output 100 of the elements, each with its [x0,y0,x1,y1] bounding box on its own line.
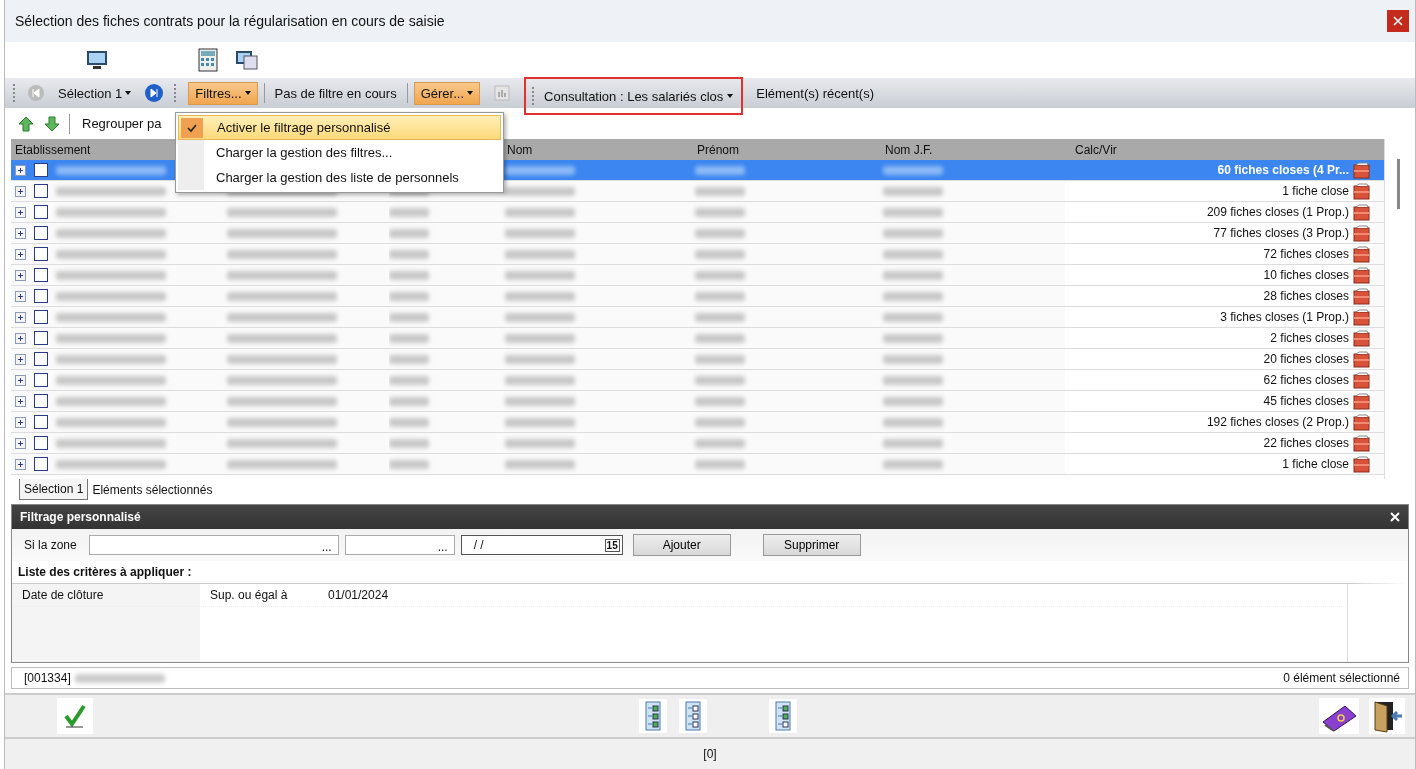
expand-icon[interactable] [15,185,26,197]
expand-icon[interactable] [15,227,26,239]
folder-icon[interactable] [1353,245,1370,263]
expand-icon[interactable] [15,332,26,344]
blurred-text [389,228,429,238]
folder-icon[interactable] [1353,203,1370,221]
folder-icon[interactable] [1353,287,1370,305]
blurred-text [695,459,745,469]
condition-field[interactable]: ... [344,535,455,555]
blurred-text [883,207,943,217]
expand-icon[interactable] [15,206,26,218]
checkbox[interactable] [34,163,48,177]
group-by-label[interactable]: Regrouper pa [78,116,166,131]
selection-dropdown[interactable]: Sélection 1 [51,81,139,105]
folder-icon[interactable] [1353,455,1370,473]
folder-icon[interactable] [1353,434,1370,452]
record-code: [001334] [24,671,71,685]
table-cell: 3 fiches closes (1 Prop.) [1220,310,1349,324]
uncheck-all-icon[interactable] [679,699,707,733]
folder-icon[interactable] [1353,182,1370,200]
blurred-text [883,228,943,238]
monitor-icon[interactable] [85,49,109,71]
expand-icon[interactable] [15,458,26,470]
checkbox[interactable] [34,352,48,366]
expand-icon[interactable] [15,269,26,281]
recent-items-button[interactable]: Elément(s) récent(s) [749,81,881,105]
criteria-value: 01/01/2024 [328,588,389,602]
menu-item[interactable]: Charger la gestion des liste de personnels [178,165,501,190]
folder-icon[interactable] [1353,329,1370,347]
folder-icon[interactable] [1353,371,1370,389]
zone-field[interactable]: ... [88,535,339,555]
checkbox[interactable] [34,373,48,387]
table-cell: 1 fiche close [1282,184,1349,198]
expand-icon[interactable] [15,164,26,176]
checkbox[interactable] [34,415,48,429]
checkbox[interactable] [34,331,48,345]
invert-selection-icon[interactable] [769,699,797,733]
checkbox[interactable] [34,394,48,408]
menu-item[interactable]: Charger la gestion des filtres... [178,140,501,165]
column-header[interactable]: Nom J.F. [875,142,1065,157]
checkbox[interactable] [34,310,48,324]
down-arrow-icon[interactable] [43,114,61,133]
expand-icon[interactable] [15,437,26,449]
blurred-text [695,396,745,406]
manage-button[interactable]: Gérer... [413,81,481,105]
expand-icon[interactable] [15,374,26,386]
checkmark-icon[interactable] [57,698,93,734]
expand-icon[interactable] [15,311,26,323]
blurred-text [505,186,575,196]
next-icon[interactable] [144,83,165,103]
criteria-operator: Sup. ou égal à [210,588,289,602]
selection-count: 0 élément sélectionné [1283,671,1400,685]
date-field[interactable]: / / 15 [460,535,623,555]
folder-icon[interactable] [1353,392,1370,410]
remove-button[interactable]: Supprimer [762,534,861,556]
up-arrow-icon[interactable] [17,114,35,133]
menu-item[interactable]: Activer le filtrage personnalisé [178,115,501,140]
calculator-icon[interactable] [197,48,219,72]
tab[interactable]: Sélection 1 [19,479,89,500]
blurred-text [505,438,575,448]
blurred-text [883,249,943,259]
folder-icon[interactable] [1353,266,1370,284]
criteria-field: Date de clôture [12,588,210,602]
column-header[interactable]: Prénom [687,142,875,157]
checkbox[interactable] [34,457,48,471]
blurred-text [505,312,575,322]
expand-icon[interactable] [15,416,26,428]
blurred-text [389,417,429,427]
folder-icon[interactable] [1353,224,1370,242]
column-header[interactable]: Calc/Vir [1065,142,1372,157]
checkbox[interactable] [34,226,48,240]
folder-icon[interactable] [1353,161,1370,179]
checkbox[interactable] [34,184,48,198]
checkbox[interactable] [34,289,48,303]
blurred-text [389,249,429,259]
help-book-icon[interactable] [1319,698,1359,734]
expand-icon[interactable] [15,395,26,407]
close-icon[interactable] [1387,10,1409,32]
check-all-icon[interactable] [639,699,667,733]
close-icon[interactable] [1390,512,1400,522]
blurred-text [505,333,575,343]
expand-icon[interactable] [15,248,26,260]
expand-icon[interactable] [15,290,26,302]
expand-icon[interactable] [15,353,26,365]
checkbox[interactable] [34,205,48,219]
exit-door-icon[interactable] [1369,698,1405,734]
folder-icon[interactable] [1353,350,1370,368]
scrollbar-thumb[interactable] [1397,159,1400,209]
consultation-dropdown[interactable]: Consultation : Les salariés clos [524,77,744,115]
blurred-text [505,417,575,427]
add-button[interactable]: Ajouter [632,534,731,556]
checkbox[interactable] [34,268,48,282]
folder-icon[interactable] [1353,413,1370,431]
windows-icon[interactable] [235,49,259,71]
blurred-text [695,438,745,448]
checkbox[interactable] [34,247,48,261]
blurred-text [505,228,575,238]
folder-icon[interactable] [1353,308,1370,326]
filters-button[interactable]: Filtres... [188,81,258,105]
checkbox[interactable] [34,436,48,450]
